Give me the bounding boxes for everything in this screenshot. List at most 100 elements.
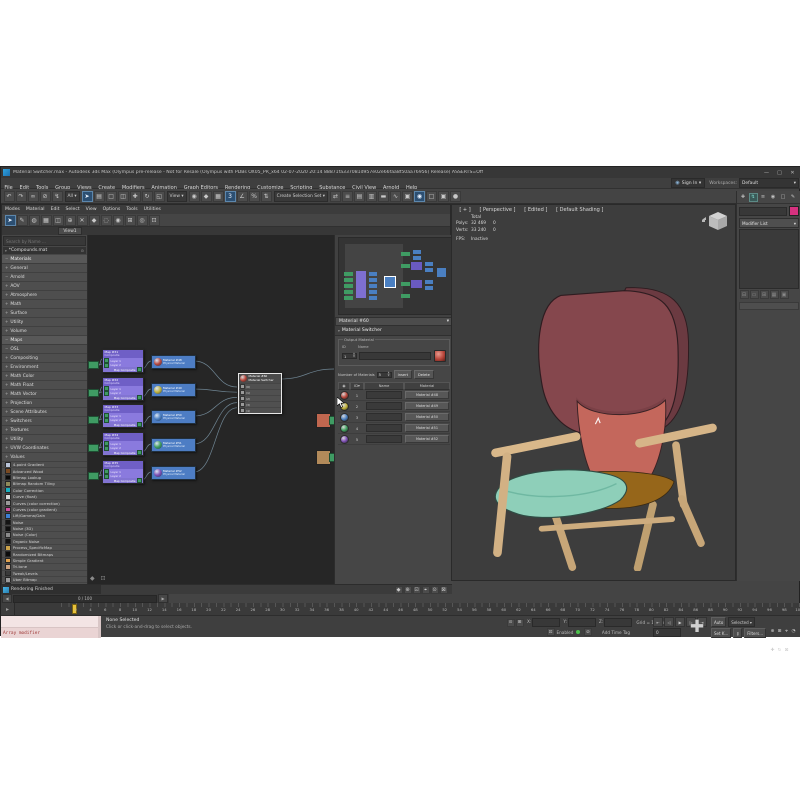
material-table-row[interactable]: 2Material #49 [338, 401, 450, 412]
clipped-map-node[interactable] [316, 413, 334, 429]
browser-item[interactable]: +Values [2, 453, 87, 462]
selection-region-icon[interactable]: □ [106, 191, 117, 202]
composite-map-node[interactable]: Map #35CompositeLayer 1Layer 2Map Compos… [102, 460, 144, 484]
id-column-header[interactable]: ID▾ [350, 382, 364, 390]
browser-item[interactable]: +AOV [2, 282, 87, 291]
output-id-spinner[interactable]: 1▲▼ [342, 353, 357, 359]
named-selection-sets-dropdown[interactable]: Create Selection Set ▾ [274, 191, 328, 202]
slate-menu-item[interactable]: Tools [123, 207, 140, 212]
bitmap-input-node[interactable] [88, 416, 99, 424]
angle-snap-icon[interactable]: ∠ [237, 191, 248, 202]
move-children-icon[interactable]: ◆ [89, 215, 100, 226]
navigator-minimap[interactable] [338, 237, 452, 315]
slate-menu-item[interactable]: Select [63, 207, 83, 212]
key-filters-dropdown[interactable]: Selected ▾ [728, 617, 755, 627]
percent-snap-icon[interactable]: % [249, 191, 260, 202]
browser-item[interactable]: +Utility [2, 435, 87, 444]
viewport-label-segment[interactable]: [ + ] [456, 207, 474, 213]
browser-item[interactable]: +General [2, 264, 87, 273]
zoom-region-icon[interactable]: ⊡ [413, 586, 421, 594]
reference-coordinate-dropdown[interactable]: View ▾ [167, 191, 187, 202]
pin-stack-icon[interactable]: ⊟ [740, 290, 749, 299]
modifier-list-dropdown[interactable]: Modifier List▾ [739, 218, 799, 228]
keyboard-override-icon[interactable]: ▦ [213, 191, 224, 202]
render-production-icon[interactable]: ● [450, 191, 461, 202]
browser-item[interactable]: +Scene Attributes [2, 408, 87, 417]
viewport-label-segment[interactable]: [ Perspective ] [476, 207, 519, 213]
chair-3d-model[interactable] [484, 281, 724, 571]
browser-item[interactable]: +Textures [2, 426, 87, 435]
bitmap-input-node[interactable] [88, 472, 99, 480]
material-table-row[interactable]: 5Material #52 [338, 434, 450, 445]
pan-tool-icon[interactable]: ◆ [395, 586, 403, 594]
browser-item[interactable]: −Arnold [2, 273, 87, 282]
browser-item[interactable]: +Switchers [2, 417, 87, 426]
material-button[interactable]: Material #51 [405, 424, 449, 432]
library-header[interactable]: ▾ *Compounds.mat ⊙ [3, 247, 86, 254]
name-column-header[interactable]: Name [364, 382, 404, 390]
ribbon-toggle-icon[interactable]: ▬ [378, 191, 389, 202]
viewport-label-segment[interactable]: [ Default Shading ] [553, 207, 607, 213]
material-preview-icon[interactable]: ◉ [113, 215, 124, 226]
zoom-icon[interactable]: ⊕ [769, 628, 776, 635]
isolate-selection-icon[interactable]: ⊙ [507, 619, 515, 627]
previous-frame-icon[interactable]: ◁ [664, 617, 674, 627]
insert-button[interactable]: Insert [394, 370, 412, 379]
y-coordinate-field[interactable] [568, 618, 596, 627]
redo-icon[interactable]: ↷ [16, 191, 27, 202]
material-table-row[interactable]: 3Material #50 [338, 412, 450, 423]
show-map-in-viewport-icon[interactable]: ▦ [41, 215, 52, 226]
selection-lock-icon[interactable]: ⊞ [516, 619, 524, 627]
slate-menu-item[interactable]: Utilities [141, 207, 164, 212]
browser-item[interactable]: −Maps [2, 336, 87, 345]
maxscript-mini-listener[interactable]: Array modifier [1, 616, 101, 638]
go-to-start-icon[interactable]: ⇤ [653, 617, 663, 627]
slate-menu-item[interactable]: Modes [2, 207, 23, 212]
browser-item[interactable]: −Materials [2, 255, 87, 264]
select-by-name-icon[interactable]: ▤ [94, 191, 105, 202]
composite-map-node[interactable]: Map #32CompositeLayer 1Layer 2Map Compos… [102, 377, 144, 401]
output-name-field[interactable] [359, 352, 431, 360]
select-rotate-icon[interactable]: ↻ [142, 191, 153, 202]
composite-map-node[interactable]: Map #31CompositeLayer 1Layer 2Map Compos… [102, 349, 144, 373]
clipped-map-node[interactable] [316, 450, 334, 466]
render-setup-icon[interactable]: □ [426, 191, 437, 202]
browser-item[interactable]: +Environment [2, 363, 87, 372]
material-column-header[interactable]: Material [404, 382, 450, 390]
material-switcher-rollout[interactable]: ▾ Material Switcher [335, 326, 453, 336]
progress-right-button[interactable]: ▶ [158, 594, 168, 603]
browser-item[interactable]: +Math Float [2, 381, 87, 390]
z-coordinate-field[interactable] [604, 618, 632, 627]
tab-utilities[interactable]: ✎ [789, 193, 798, 202]
listener-scrollbar[interactable] [98, 616, 101, 638]
adaptive-degradation-icon[interactable]: ⊡ [547, 628, 555, 636]
orbit-icon[interactable]: ↻ [776, 647, 783, 654]
search-field[interactable] [3, 236, 86, 246]
slate-menu-item[interactable]: Options [100, 207, 124, 212]
add-time-tag[interactable]: Add Time Tag [602, 630, 630, 635]
remove-modifier-icon[interactable]: ▦ [770, 290, 779, 299]
large-plus-icon[interactable]: ✚ [687, 617, 707, 637]
browser-item[interactable]: +Compositing [2, 354, 87, 363]
curve-editor-icon[interactable]: ∿ [390, 191, 401, 202]
time-ruler[interactable]: 2468101214161820222426283032343638404244… [15, 603, 800, 615]
select-move-icon[interactable]: ✚ [130, 191, 141, 202]
browser-item[interactable]: +Volume [2, 327, 87, 336]
output-material-swatch[interactable] [434, 350, 446, 362]
physical-material-node[interactable]: Material #50Physical Material [151, 410, 196, 424]
show-end-result-icon[interactable]: ▭ [750, 290, 759, 299]
material-name-field[interactable] [366, 435, 402, 443]
browser-item[interactable]: +Math [2, 300, 87, 309]
schematic-view-icon[interactable]: ▣ [402, 191, 413, 202]
tab-display[interactable]: □ [779, 193, 788, 202]
tab-create[interactable]: ✚ [739, 193, 748, 202]
mirror-icon[interactable]: ⇄ [330, 191, 341, 202]
material-editor-icon[interactable]: ◉ [414, 191, 425, 202]
zoom-all-icon[interactable]: ⊞ [776, 628, 783, 635]
select-and-link-icon[interactable]: ∞ [28, 191, 39, 202]
tab-hierarchy[interactable]: ≡ [759, 193, 768, 202]
browser-item[interactable]: +Math Vector [2, 390, 87, 399]
configure-modifier-sets-icon[interactable]: ▣ [780, 290, 789, 299]
unlink-selection-icon[interactable]: ⊘ [40, 191, 51, 202]
browser-item[interactable]: +Projection [2, 399, 87, 408]
